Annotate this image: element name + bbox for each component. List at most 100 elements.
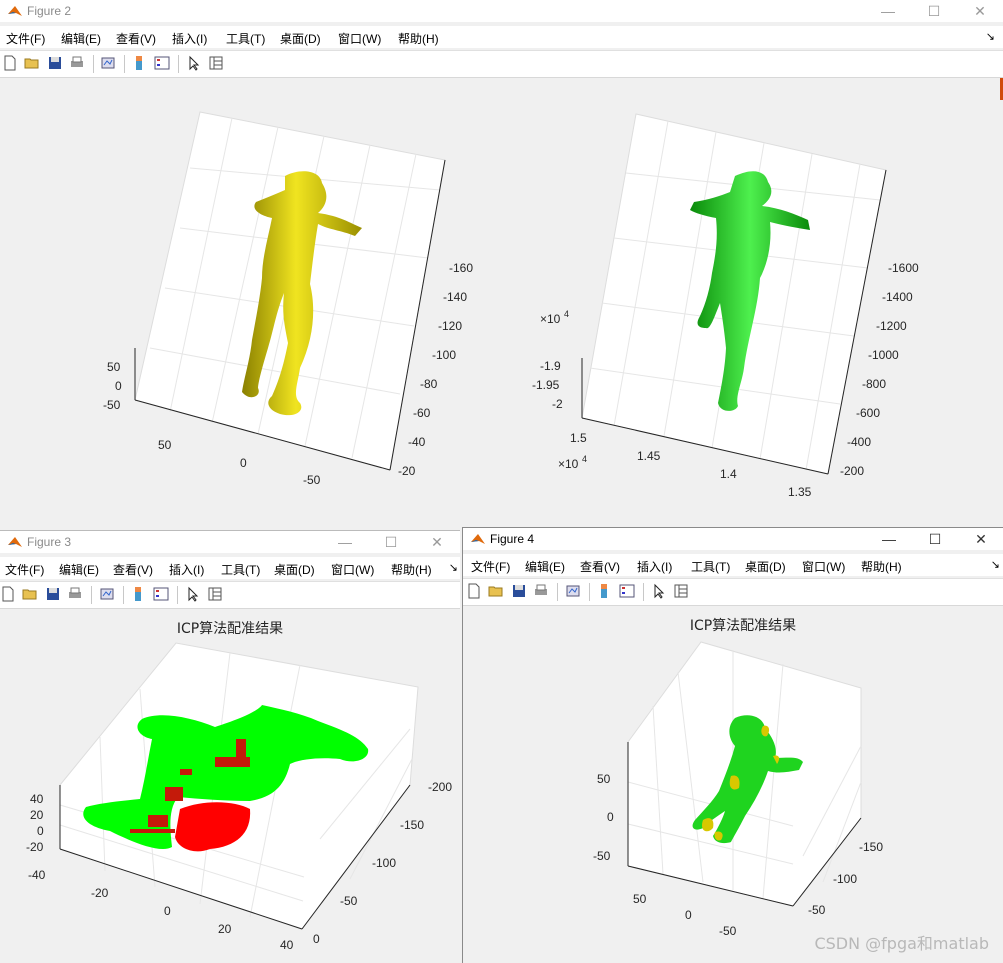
x-tick: -40 [28, 868, 46, 882]
figure-2-plot-area: 50 0 -50 50 0 -50 -160 -140 -120 -100 -8… [0, 78, 1003, 522]
figure-2-canvas: 50 0 -50 50 0 -50 -160 -140 -120 -100 -8… [103, 111, 919, 499]
y-tick: -20 [398, 464, 416, 478]
property-inspector-icon[interactable] [207, 586, 223, 602]
y-tick: -140 [443, 290, 467, 304]
menu-file[interactable]: 文件(F) [6, 30, 45, 47]
menubar: 文件(F) 编辑(E) 查看(V) 插入(I) 工具(T) 桌面(D) 窗口(W… [0, 557, 460, 579]
legend-icon[interactable] [619, 583, 635, 599]
menu-help[interactable]: 帮助(H) [398, 30, 439, 47]
menu-file[interactable]: 文件(F) [471, 558, 510, 575]
menu-tools[interactable]: 工具(T) [226, 30, 265, 47]
plot-title: ICP算法配准结果 [690, 618, 796, 634]
matlab-app-icon [8, 537, 22, 547]
print-icon[interactable] [69, 55, 85, 71]
menu-window[interactable]: 窗口(W) [331, 561, 374, 578]
y-tick: -100 [372, 856, 396, 870]
link-plot-icon[interactable] [565, 583, 581, 599]
figure-2-titlebar[interactable]: Figure 2 — ☐ ✕ [0, 0, 1003, 22]
print-icon[interactable] [533, 583, 549, 599]
menu-insert[interactable]: 插入(I) [172, 30, 207, 47]
property-inspector-icon[interactable] [208, 55, 224, 71]
pointer-icon[interactable] [651, 583, 667, 599]
menu-help[interactable]: 帮助(H) [391, 561, 432, 578]
menu-desktop[interactable]: 桌面(D) [274, 561, 315, 578]
close-button[interactable]: ✕ [957, 0, 1003, 22]
z-tick: -50 [103, 398, 121, 412]
menu-desktop[interactable]: 桌面(D) [280, 30, 321, 47]
menu-tools[interactable]: 工具(T) [691, 558, 730, 575]
pointer-icon[interactable] [186, 55, 202, 71]
y-tick: -1200 [876, 319, 907, 333]
menu-edit[interactable]: 编辑(E) [61, 30, 101, 47]
colorbar-icon[interactable] [130, 586, 146, 602]
y-tick: -200 [840, 464, 864, 478]
menu-tools[interactable]: 工具(T) [221, 561, 260, 578]
minimize-button[interactable]: — [866, 528, 912, 550]
z-tick: 0 [115, 379, 122, 393]
figure-3-titlebar[interactable]: Figure 3 — ☐ ✕ [0, 531, 460, 553]
menu-dock-icon[interactable]: ↘ [991, 558, 1000, 571]
watermark: CSDN @fpga和matlab [814, 934, 989, 953]
figure-4-titlebar[interactable]: Figure 4 — ☐ ✕ [463, 528, 1003, 550]
menu-desktop[interactable]: 桌面(D) [745, 558, 786, 575]
colorbar-icon[interactable] [596, 583, 612, 599]
minimize-button[interactable]: — [865, 0, 911, 22]
save-icon[interactable] [45, 586, 61, 602]
matlab-app-icon [471, 534, 485, 544]
minimize-button[interactable]: — [322, 531, 368, 553]
new-file-icon[interactable] [2, 55, 18, 71]
save-icon[interactable] [511, 583, 527, 599]
y-tick: -160 [449, 261, 473, 275]
y-tick: -1400 [882, 290, 913, 304]
figure-4-window: Figure 4 — ☐ ✕ 文件(F) 编辑(E) 查看(V) 插入(I) 工… [462, 527, 1003, 963]
z-tick: -1.9 [540, 359, 561, 373]
figure-toolbar [0, 581, 460, 609]
menu-view[interactable]: 查看(V) [113, 561, 153, 578]
figure-3-canvas: ICP算法配准结果 40 20 0 -20 -40 -20 0 20 40 -2… [26, 621, 452, 952]
y-tick: -150 [400, 818, 424, 832]
menu-dock-icon[interactable]: ↘ [986, 30, 995, 43]
menu-edit[interactable]: 编辑(E) [59, 561, 99, 578]
menu-view[interactable]: 查看(V) [116, 30, 156, 47]
menu-window[interactable]: 窗口(W) [802, 558, 845, 575]
z-exponent: ×10 [540, 312, 561, 326]
x-tick: 0 [685, 908, 692, 922]
y-tick: -600 [856, 406, 880, 420]
x-tick: 1.5 [570, 431, 587, 445]
colorbar-icon[interactable] [131, 55, 147, 71]
pointer-icon[interactable] [185, 586, 201, 602]
menu-insert[interactable]: 插入(I) [169, 561, 204, 578]
legend-icon[interactable] [154, 55, 170, 71]
maximize-button[interactable]: ☐ [912, 528, 958, 550]
new-file-icon[interactable] [0, 586, 16, 602]
figure-2-window: Figure 2 — ☐ ✕ 文件(F) 编辑(E) 查看(V) 插入(I) 工… [0, 0, 1003, 522]
print-icon[interactable] [67, 586, 83, 602]
maximize-button[interactable]: ☐ [368, 531, 414, 553]
open-folder-icon[interactable] [24, 55, 40, 71]
figure-3-window: Figure 3 — ☐ ✕ 文件(F) 编辑(E) 查看(V) 插入(I) 工… [0, 530, 460, 963]
menu-file[interactable]: 文件(F) [5, 561, 44, 578]
link-plot-icon[interactable] [100, 55, 116, 71]
menu-insert[interactable]: 插入(I) [637, 558, 672, 575]
legend-icon[interactable] [153, 586, 169, 602]
menu-help[interactable]: 帮助(H) [861, 558, 902, 575]
menu-edit[interactable]: 编辑(E) [525, 558, 565, 575]
y-tick: -80 [420, 377, 438, 391]
x-tick: 50 [158, 438, 172, 452]
save-icon[interactable] [47, 55, 63, 71]
open-folder-icon[interactable] [22, 586, 38, 602]
menu-dock-icon[interactable]: ↘ [449, 561, 458, 574]
property-inspector-icon[interactable] [673, 583, 689, 599]
z-tick: 50 [107, 360, 121, 374]
close-button[interactable]: ✕ [958, 528, 1003, 550]
menu-view[interactable]: 查看(V) [580, 558, 620, 575]
z-exponent-power: 4 [564, 309, 569, 319]
x-tick: 1.35 [788, 485, 812, 499]
link-plot-icon[interactable] [99, 586, 115, 602]
new-file-icon[interactable] [466, 583, 482, 599]
close-button[interactable]: ✕ [414, 531, 460, 553]
matlab-app-icon [8, 6, 22, 16]
menu-window[interactable]: 窗口(W) [338, 30, 381, 47]
maximize-button[interactable]: ☐ [911, 0, 957, 22]
open-folder-icon[interactable] [488, 583, 504, 599]
